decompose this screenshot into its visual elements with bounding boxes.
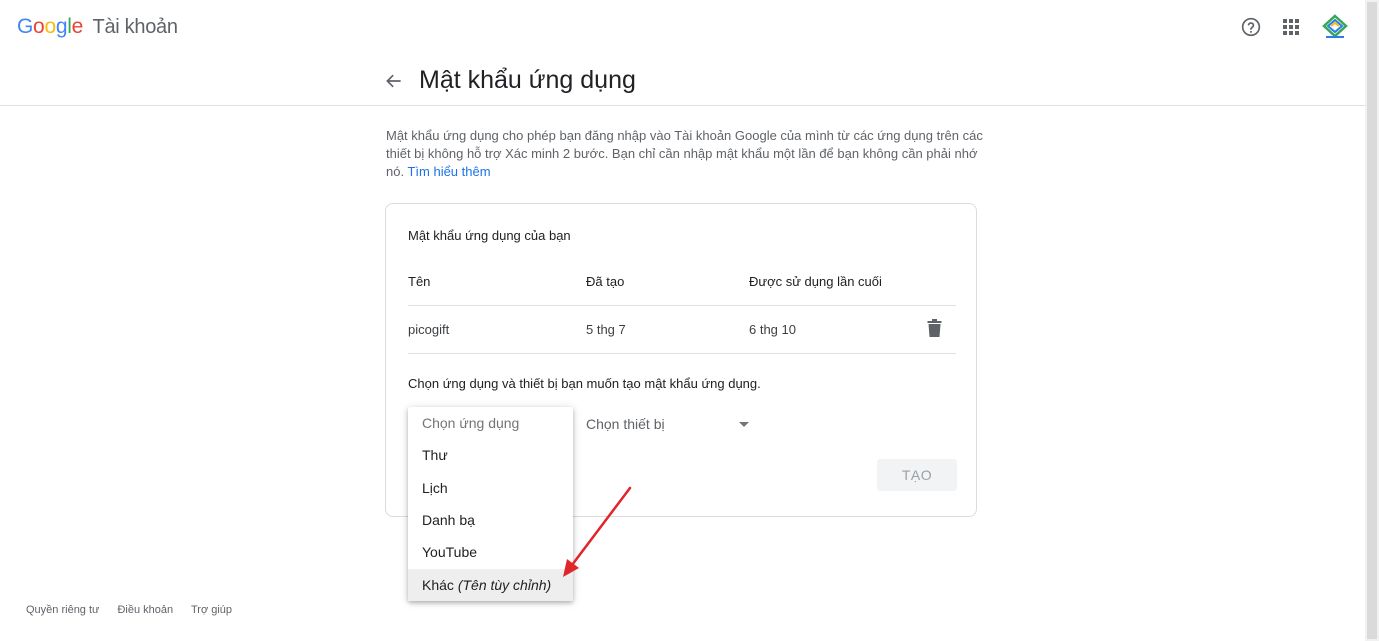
- header-divider: [408, 305, 956, 306]
- page-title: Mật khẩu ứng dụng: [419, 66, 636, 94]
- row-last-used: 6 thg 10: [749, 322, 796, 337]
- dropdown-option-youtube[interactable]: YouTube: [408, 536, 573, 568]
- footer: Quyền riêng tư Điều khoản Trợ giúp: [26, 604, 247, 616]
- custom-option-hint: (Tên tùy chỉnh): [457, 577, 552, 593]
- row-created: 5 thg 7: [586, 322, 626, 337]
- column-header-name: Tên: [408, 274, 431, 289]
- custom-option-label: Khác: [422, 577, 454, 593]
- card-heading: Mật khẩu ứng dụng của bạn: [408, 228, 571, 243]
- dropdown-option-contacts[interactable]: Danh bạ: [408, 504, 573, 536]
- footer-link-terms[interactable]: Điều khoản: [117, 604, 173, 616]
- column-header-last-used: Được sử dụng lần cuối: [749, 274, 882, 289]
- trash-icon[interactable]: [927, 319, 942, 337]
- title-bar: Mật khẩu ứng dụng: [0, 56, 1365, 106]
- intro-description: Mật khẩu ứng dụng cho phép bạn đăng nhập…: [386, 127, 986, 181]
- row-name: picogift: [408, 322, 450, 337]
- create-button[interactable]: TẠO: [877, 459, 957, 491]
- account-avatar-icon[interactable]: [1321, 14, 1349, 40]
- dropdown-option-mail[interactable]: Thư: [408, 439, 573, 471]
- apps-grid-icon[interactable]: [1283, 19, 1299, 35]
- product-name: Tài khoản: [92, 16, 178, 38]
- device-select-label: Chọn thiết bị: [586, 416, 665, 432]
- scrollbar-thumb[interactable]: [1367, 2, 1377, 639]
- dropdown-option-calendar[interactable]: Lịch: [408, 472, 573, 504]
- row-divider: [408, 353, 956, 354]
- create-instructions: Chọn ứng dụng và thiết bị bạn muốn tạo m…: [408, 376, 761, 391]
- learn-more-link[interactable]: Tìm hiểu thêm: [407, 164, 490, 179]
- dropdown-caret-icon: [739, 422, 749, 427]
- app-passwords-page: Google Tài khoản Mật khẩu ứng dụng Mật k…: [0, 0, 1379, 641]
- page-scrollbar[interactable]: [1365, 0, 1379, 641]
- arrow-back-icon[interactable]: [384, 71, 404, 91]
- footer-link-help[interactable]: Trợ giúp: [191, 604, 232, 616]
- dropdown-option-placeholder[interactable]: Chọn ứng dụng: [408, 407, 573, 439]
- top-header: Google Tài khoản: [0, 0, 1365, 56]
- device-select[interactable]: Chọn thiết bị: [585, 409, 755, 437]
- help-circle-icon[interactable]: [1241, 17, 1261, 37]
- footer-link-privacy[interactable]: Quyền riêng tư: [26, 604, 99, 616]
- column-header-created: Đã tạo: [586, 274, 625, 289]
- dropdown-option-custom[interactable]: Khác (Tên tùy chỉnh): [408, 569, 573, 601]
- google-account-logo[interactable]: Google Tài khoản: [17, 15, 178, 39]
- app-select-dropdown[interactable]: Chọn ứng dụng Thư Lịch Danh bạ YouTube K…: [408, 407, 573, 601]
